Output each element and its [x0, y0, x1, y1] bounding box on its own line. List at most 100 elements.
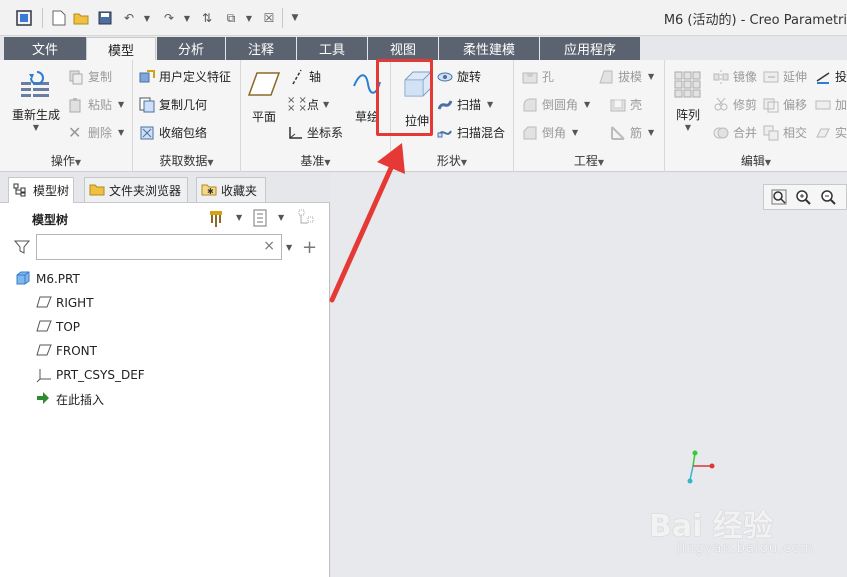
udf-button[interactable]: 用户定义特征 [139, 68, 231, 85]
offset-button[interactable]: 偏移 [763, 96, 807, 113]
revolve-button[interactable]: 旋转 [437, 68, 481, 85]
redo-dropdown-icon[interactable]: ▼ [178, 9, 196, 27]
group-label-operations[interactable]: 操作▼ [0, 152, 132, 170]
add-icon[interactable]: + [302, 237, 317, 258]
view-toolbar [763, 184, 847, 210]
pattern-button[interactable]: 阵列 ▼ [671, 70, 705, 132]
app-icon[interactable] [15, 9, 33, 27]
insert-here-icon [36, 391, 52, 407]
merge-button[interactable]: 合并 [713, 124, 757, 141]
chevron-down-icon: ▼ [118, 100, 125, 109]
csys-button[interactable]: 坐标系 [287, 124, 343, 141]
tree-item-right[interactable]: RIGHT [36, 292, 94, 314]
tab-analysis[interactable]: 分析 [157, 37, 225, 60]
chevron-down-icon: ▼ [684, 123, 692, 132]
swept-blend-button[interactable]: 扫描混合 [437, 124, 505, 141]
mirror-button[interactable]: 镜像 [713, 68, 757, 85]
model-tree-icon [13, 183, 29, 199]
zoom-fit-icon[interactable] [771, 189, 787, 208]
redo-icon[interactable]: ↷ [160, 9, 178, 27]
open-folder-icon[interactable] [72, 9, 90, 27]
tab-model-tree[interactable]: 模型树 [8, 177, 74, 203]
rib-icon [610, 125, 626, 141]
tree-filter-icon[interactable] [298, 209, 318, 229]
shrinkwrap-button[interactable]: 收缩包络 [139, 124, 207, 141]
intersect-button[interactable]: 相交 [763, 124, 807, 141]
graphics-window[interactable]: Bai 经验 jingyan.baidu.com [331, 173, 847, 577]
tab-flexible-modeling[interactable]: 柔性建模 [439, 37, 539, 60]
tab-favorites[interactable]: ✱ 收藏夹 [196, 177, 266, 202]
tab-view[interactable]: 视图 [368, 37, 438, 60]
settings-dropdown-icon[interactable]: ▼ [236, 213, 242, 222]
delete-button[interactable]: ✕ 删除 ▼ [68, 124, 124, 141]
windows-dropdown-icon[interactable]: ▼ [240, 9, 258, 27]
paste-button[interactable]: 粘贴 ▼ [68, 96, 124, 113]
draft-button[interactable]: 拔模 ▼ [598, 68, 654, 85]
paste-icon [68, 97, 84, 113]
tab-applications[interactable]: 应用程序 [540, 37, 640, 60]
watermark: Bai 经验 [649, 501, 773, 545]
copy-geometry-icon [139, 97, 155, 113]
group-label-datum[interactable]: 基准▼ [241, 152, 390, 170]
undo-icon[interactable]: ↶ [120, 9, 138, 27]
coordinate-triad [681, 448, 721, 491]
solidify-button[interactable]: 实 [815, 124, 847, 141]
shell-button[interactable]: 壳 [610, 96, 642, 113]
new-file-icon[interactable] [50, 9, 68, 27]
regenerate-label: 重新生成 [11, 108, 60, 122]
copy-geometry-button[interactable]: 复制几何 [139, 96, 207, 113]
point-button[interactable]: × × × × 点 ▼ [287, 95, 330, 113]
filter-icon[interactable] [13, 239, 31, 255]
close-window-icon[interactable]: ☒ [260, 9, 278, 27]
tab-folder-browser[interactable]: 文件夹浏览器 [84, 177, 188, 202]
csys-icon [287, 125, 303, 141]
trim-button[interactable]: 修剪 [713, 96, 757, 113]
zoom-in-icon[interactable] [795, 189, 811, 208]
tab-model[interactable]: 模型 [86, 37, 156, 60]
watermark-url: jingyan.baidu.com [677, 541, 814, 556]
tab-tools[interactable]: 工具 [297, 37, 367, 60]
round-button[interactable]: 倒圆角 ▼ [522, 96, 590, 113]
thicken-button[interactable]: 加 [815, 96, 847, 113]
regenerate-icon [21, 71, 49, 97]
show-dropdown-icon[interactable]: ▼ [278, 213, 284, 222]
search-dropdown-icon[interactable]: ▼ [286, 243, 292, 252]
tree-item-part[interactable]: M6.PRT [16, 268, 80, 290]
chevron-down-icon: ▼ [323, 100, 330, 109]
copy-button[interactable]: 复制 [68, 68, 112, 85]
part-icon [16, 271, 32, 287]
extend-button[interactable]: 延伸 [763, 68, 807, 85]
group-label-get-data[interactable]: 获取数据▼ [133, 152, 240, 170]
tab-annotate[interactable]: 注释 [226, 37, 296, 60]
rib-button[interactable]: 筋 ▼ [610, 124, 654, 141]
hole-button[interactable]: 孔 [522, 68, 554, 85]
svg-text:✱: ✱ [207, 187, 214, 196]
axis-button[interactable]: 轴 [289, 68, 321, 85]
tab-file[interactable]: 文件 [4, 37, 86, 60]
plane-button[interactable]: 平面 [247, 70, 281, 125]
clear-search-icon[interactable]: × [263, 238, 275, 254]
regenerate-quick-icon[interactable]: ⇅ [198, 9, 216, 27]
tree-item-front[interactable]: FRONT [36, 340, 97, 362]
datum-plane-icon [36, 319, 52, 335]
tree-item-top[interactable]: TOP [36, 316, 80, 338]
tree-item-insert-here[interactable]: 在此插入 [36, 388, 104, 410]
tree-item-csys[interactable]: PRT_CSYS_DEF [36, 364, 145, 386]
settings-icon[interactable] [208, 209, 228, 229]
undo-dropdown-icon[interactable]: ▼ [138, 9, 156, 27]
tree-search-input[interactable]: × [36, 234, 282, 260]
customize-toolbar-icon[interactable]: ▼ [286, 9, 304, 27]
regenerate-button[interactable]: 重新生成 ▼ [8, 68, 64, 132]
zoom-out-icon[interactable] [820, 189, 836, 208]
chamfer-button[interactable]: 倒角 ▼ [522, 124, 578, 141]
save-icon[interactable] [96, 9, 114, 27]
windows-icon[interactable]: ⧉ [222, 9, 240, 27]
project-icon [815, 69, 831, 85]
group-label-shapes[interactable]: 形状▼ [391, 152, 513, 170]
show-icon[interactable] [252, 209, 272, 229]
sweep-button[interactable]: 扫描 ▼ [437, 96, 493, 113]
offset-icon [763, 97, 779, 113]
group-label-engineering[interactable]: 工程▼ [514, 152, 664, 170]
project-button[interactable]: 投 [815, 68, 847, 85]
group-label-editing[interactable]: 编辑▼ [665, 152, 847, 170]
